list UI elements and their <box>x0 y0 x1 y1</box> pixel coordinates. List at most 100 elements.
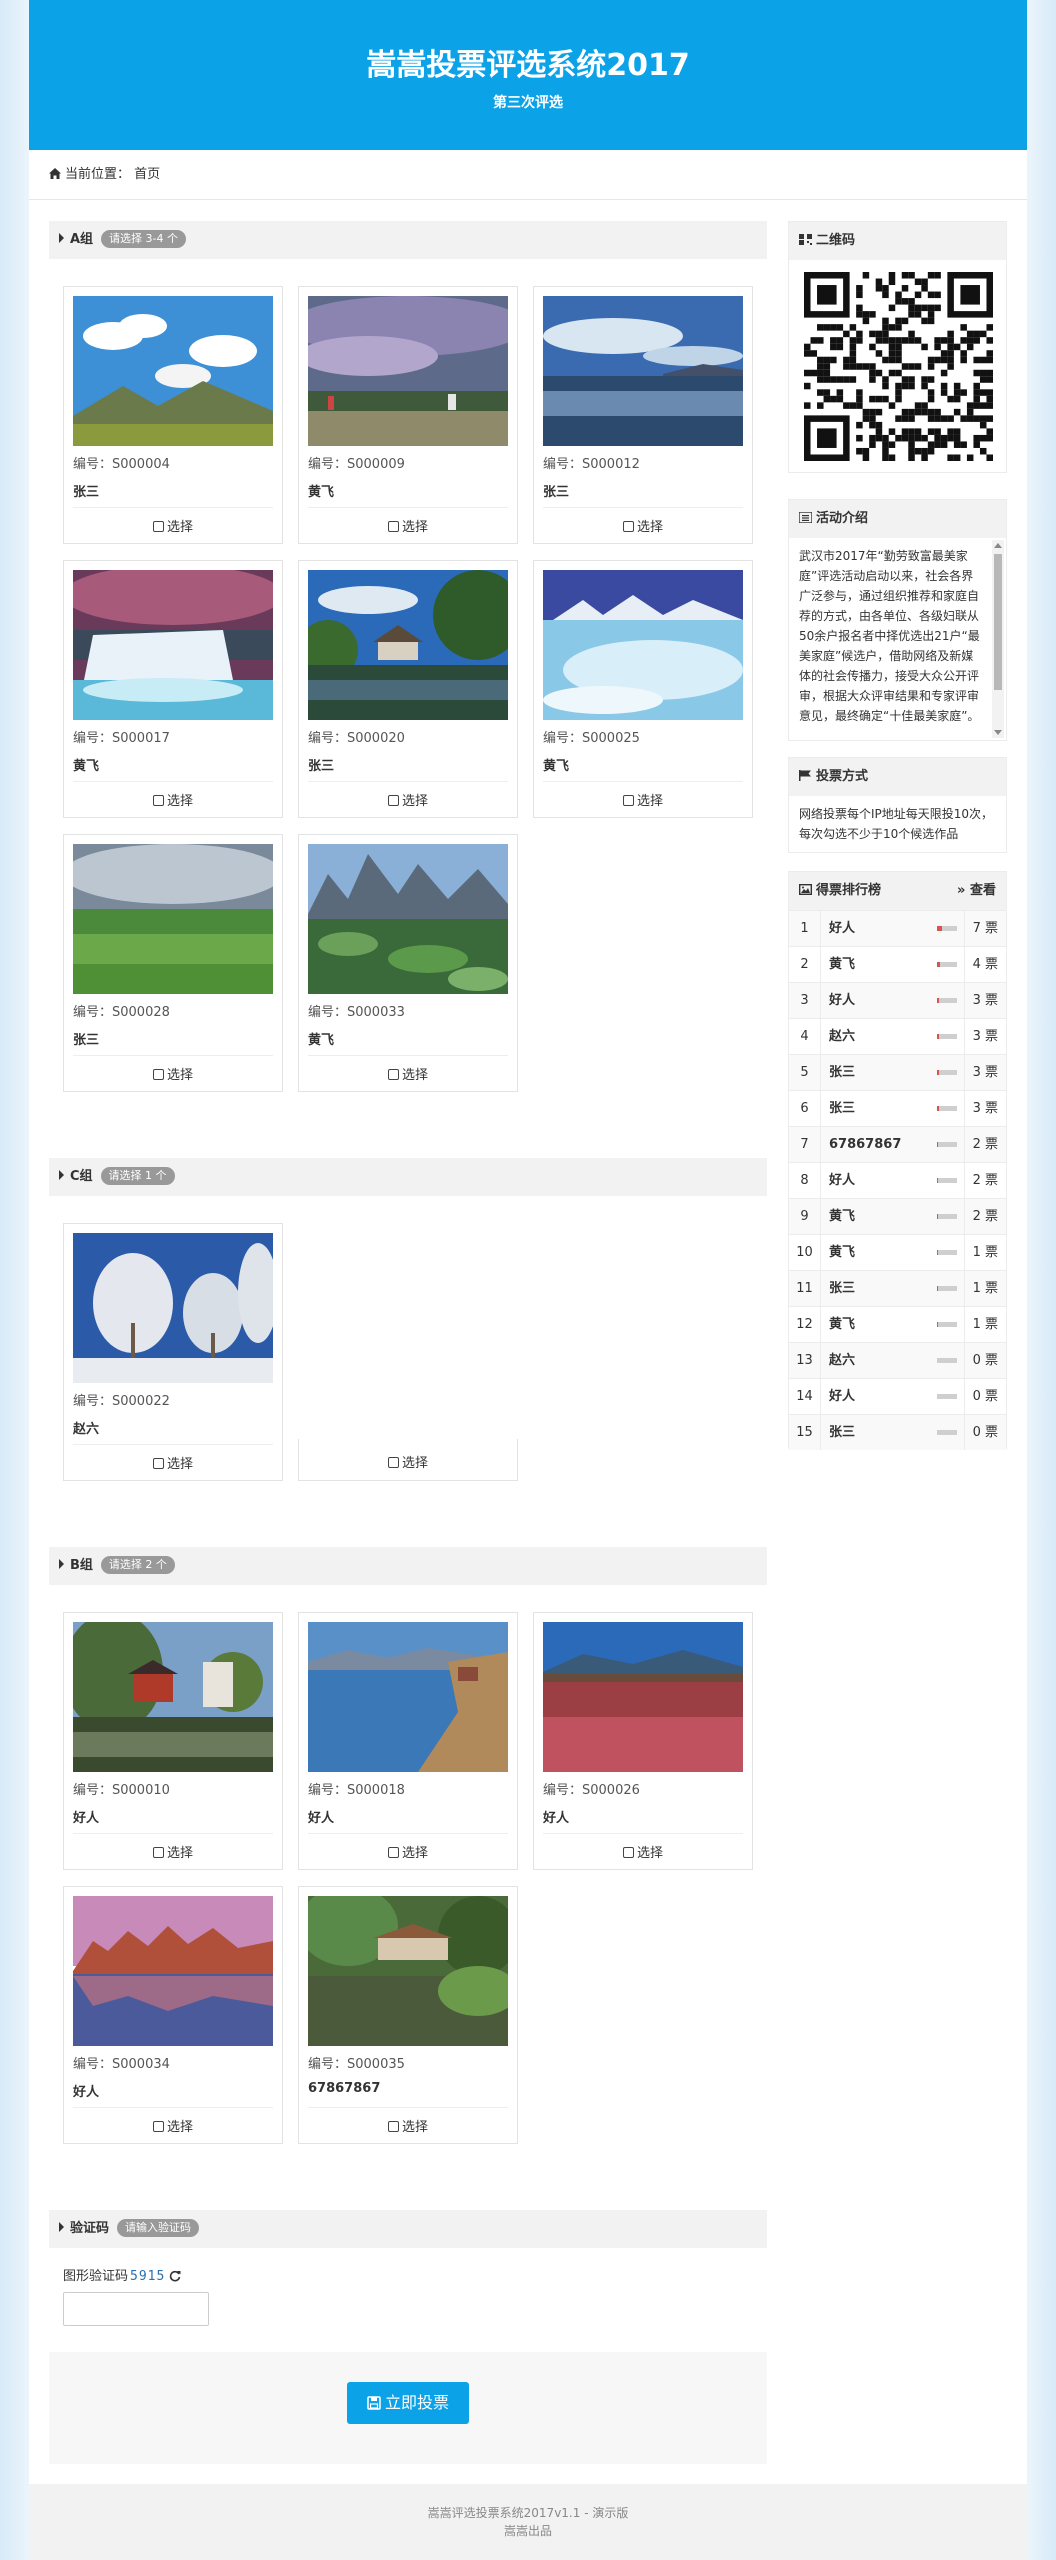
candidate-code: 编号：S000034 <box>73 2057 170 2072</box>
picture-icon <box>799 884 812 895</box>
candidate-photo <box>73 296 273 446</box>
ranking-list: 1 好人 7 票 2 黄飞 4 票 3 好人 3 票 4 赵六 3 票 5 张三 3 票 6 张三 3 票 7 678… <box>789 910 1006 1450</box>
refresh-icon[interactable] <box>169 2270 181 2282</box>
rank-progress-bar <box>937 1106 957 1111</box>
rank-progress-bar <box>937 1070 957 1075</box>
view-ranking-link[interactable]: » 查看 <box>957 872 996 910</box>
candidate-code: 编号：S000026 <box>543 1783 640 1798</box>
checkbox-icon <box>152 2121 164 2132</box>
rank-votes: 2 票 <box>972 1209 998 1224</box>
candidate-card: 编号：S000022 赵六 选择 <box>63 1223 283 1481</box>
select-checkbox[interactable]: 选择 <box>64 2116 282 2135</box>
checkbox-icon <box>622 1847 634 1858</box>
checkbox-icon <box>622 521 634 532</box>
candidate-card: 编号：S000017 黄飞 选择 <box>63 560 283 818</box>
ranking-row: 12 黄飞 1 票 <box>789 1306 1006 1342</box>
rank-progress-bar <box>937 962 957 967</box>
select-checkbox[interactable]: 选择 <box>299 790 517 809</box>
select-checkbox[interactable]: 选择 <box>534 790 752 809</box>
rank-votes: 2 票 <box>972 1137 998 1152</box>
rank-name: 黄飞 <box>829 1209 856 1224</box>
checkbox-icon <box>387 2121 399 2132</box>
rank-name: 黄飞 <box>829 1317 856 1332</box>
select-checkbox[interactable]: 选择 <box>64 1453 282 1472</box>
rank-votes: 3 票 <box>972 1065 998 1080</box>
rank-name: 好人 <box>829 921 856 936</box>
group-title: C组 <box>70 1169 93 1184</box>
candidate-photo <box>543 1622 743 1772</box>
rank-name: 赵六 <box>829 1353 856 1368</box>
candidate-card: 编号：S000018 好人 选择 <box>298 1612 518 1870</box>
caret-right-icon <box>59 1559 64 1569</box>
rank-progress-fill <box>937 1322 938 1327</box>
rank-progress-fill <box>937 962 940 967</box>
rank-progress-bar <box>937 1142 957 1147</box>
rank-progress-bar <box>937 926 957 931</box>
method-panel-header: 投票方式 <box>789 758 1006 796</box>
rank-number: 6 <box>789 1091 821 1126</box>
ranking-panel: 得票排行榜» 查看 1 好人 7 票 2 黄飞 4 票 3 好人 3 票 4 赵六 3 票 5 张三 3 票… <box>788 871 1007 1450</box>
intro-panel-header: 活动介绍 <box>789 500 1006 538</box>
save-icon <box>367 2396 381 2410</box>
candidate-code: 编号：S000033 <box>308 1005 405 1020</box>
rank-number: 4 <box>789 1019 821 1054</box>
select-checkbox[interactable]: 选择 <box>299 516 517 535</box>
select-checkbox[interactable]: 选择 <box>64 790 282 809</box>
rank-name: 好人 <box>829 1173 856 1188</box>
select-checkbox[interactable]: 选择 <box>299 1064 517 1083</box>
rank-number: 2 <box>789 947 821 982</box>
rank-name: 好人 <box>829 1389 856 1404</box>
rank-votes: 3 票 <box>972 1101 998 1116</box>
intro-text: 武汉市2017年“勤劳致富最美家庭”评选活动启动以来，社会各界广泛参与，通过组织… <box>799 549 980 723</box>
rank-progress-fill <box>937 1178 939 1183</box>
select-checkbox[interactable]: 选择 <box>64 1064 282 1083</box>
ranking-row: 7 67867867 2 票 <box>789 1126 1006 1162</box>
rank-progress-fill <box>937 926 942 931</box>
breadcrumb-current[interactable]: 首页 <box>134 167 160 182</box>
rank-name: 好人 <box>829 993 856 1008</box>
rank-progress-bar <box>937 1250 957 1255</box>
select-checkbox[interactable]: 选择 <box>299 1842 517 1861</box>
submit-vote-button[interactable]: 立即投票 <box>347 2382 469 2424</box>
qr-panel-header: 二维码 <box>789 222 1006 260</box>
candidate-photo <box>73 1896 273 2046</box>
select-checkbox[interactable]: 选择 <box>299 1452 517 1471</box>
home-icon <box>49 168 61 179</box>
rank-number: 13 <box>789 1343 821 1378</box>
select-checkbox[interactable]: 选择 <box>534 1842 752 1861</box>
candidate-code: 编号：S000025 <box>543 731 640 746</box>
intro-scrollbar[interactable] <box>992 540 1004 738</box>
captcha-input[interactable] <box>63 2292 209 2326</box>
intro-text-box[interactable]: 武汉市2017年“勤劳致富最美家庭”评选活动启动以来，社会各界广泛参与，通过组织… <box>789 538 1006 740</box>
candidate-name: 好人 <box>543 1811 570 1826</box>
rank-votes: 0 票 <box>972 1389 998 1404</box>
select-checkbox[interactable]: 选择 <box>534 516 752 535</box>
rank-progress-bar <box>937 1286 957 1291</box>
captcha-image[interactable]: 5915 <box>130 2269 165 2284</box>
checkbox-icon <box>387 1069 399 1080</box>
site-header: 嵩嵩投票评选系统2017 第三次评选 <box>29 0 1027 150</box>
candidate-card: 编号：S000012 张三 选择 <box>533 286 753 544</box>
rank-name: 张三 <box>829 1101 856 1116</box>
candidate-photo <box>73 1622 273 1772</box>
candidate-photo <box>308 1896 508 2046</box>
captcha-header: 验证码 请输入验证码 <box>49 2210 767 2248</box>
qr-code-image <box>804 272 993 461</box>
select-checkbox[interactable]: 选择 <box>64 1842 282 1861</box>
rank-number: 10 <box>789 1235 821 1270</box>
rank-progress-fill <box>937 1106 940 1111</box>
candidate-card: 编号：S000028 张三 选择 <box>63 834 283 1092</box>
select-checkbox[interactable]: 选择 <box>64 516 282 535</box>
scroll-thumb[interactable] <box>994 554 1002 690</box>
site-subtitle: 第三次评选 <box>493 95 563 111</box>
candidate-name: 张三 <box>543 485 570 500</box>
checkbox-icon <box>152 1458 164 1469</box>
rank-votes: 0 票 <box>972 1353 998 1368</box>
rank-votes: 1 票 <box>972 1281 998 1296</box>
candidate-card-empty: 选择 <box>298 1439 518 1481</box>
ranking-row: 1 好人 7 票 <box>789 910 1006 946</box>
candidate-card: 编号：S000025 黄飞 选择 <box>533 560 753 818</box>
select-checkbox[interactable]: 选择 <box>299 2116 517 2135</box>
rank-name: 黄飞 <box>829 957 856 972</box>
candidate-photo <box>308 1622 508 1772</box>
